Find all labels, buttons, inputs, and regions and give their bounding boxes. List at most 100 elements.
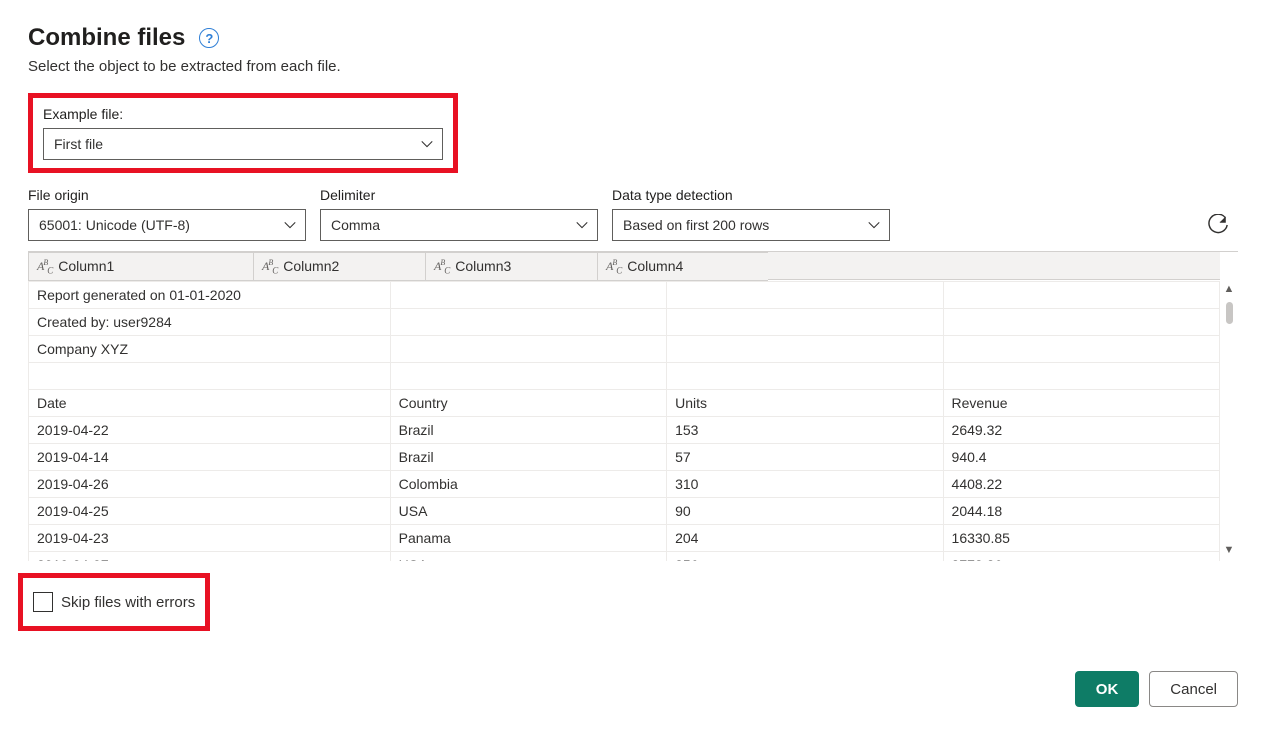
preview-table-body: Report generated on 01-01-2020Created by… bbox=[28, 281, 1220, 561]
table-cell[interactable]: 57 bbox=[667, 444, 943, 471]
help-icon[interactable]: ? bbox=[199, 28, 219, 48]
dialog-title: Combine files bbox=[28, 24, 185, 52]
chevron-down-icon bbox=[283, 218, 297, 232]
column-header[interactable]: ABC Column2 bbox=[254, 253, 426, 281]
table-row[interactable]: 2019-04-25USA902044.18 bbox=[29, 498, 1220, 525]
skip-files-label: Skip files with errors bbox=[61, 594, 195, 611]
table-cell[interactable] bbox=[29, 363, 391, 390]
table-cell[interactable]: Brazil bbox=[390, 444, 666, 471]
datatype-detection-label: Data type detection bbox=[612, 187, 890, 203]
table-cell[interactable]: 356 bbox=[667, 552, 943, 562]
table-cell[interactable]: 2044.18 bbox=[943, 498, 1219, 525]
table-cell[interactable]: 16330.85 bbox=[943, 525, 1219, 552]
preview-table: ABC Column1 ABC Column2 bbox=[28, 252, 768, 281]
table-cell[interactable] bbox=[667, 282, 943, 309]
title-row: Combine files ? bbox=[28, 24, 1238, 52]
example-file-value: First file bbox=[54, 136, 103, 152]
skip-files-checkbox[interactable] bbox=[33, 592, 53, 612]
table-row[interactable]: 2019-04-23Panama20416330.85 bbox=[29, 525, 1220, 552]
column-name: Column1 bbox=[58, 258, 114, 274]
table-cell[interactable] bbox=[390, 309, 666, 336]
scroll-thumb[interactable] bbox=[1226, 302, 1233, 324]
skip-files-section: Skip files with errors bbox=[18, 573, 210, 631]
dialog-subtitle: Select the object to be extracted from e… bbox=[28, 58, 1238, 75]
ok-button[interactable]: OK bbox=[1075, 671, 1140, 707]
table-cell[interactable]: Panama bbox=[390, 525, 666, 552]
table-row[interactable] bbox=[29, 363, 1220, 390]
table-cell[interactable]: 2019-04-26 bbox=[29, 471, 391, 498]
table-cell[interactable]: Revenue bbox=[943, 390, 1219, 417]
table-cell[interactable]: Colombia bbox=[390, 471, 666, 498]
column-name: Column2 bbox=[283, 258, 339, 274]
table-cell[interactable]: 2019-04-14 bbox=[29, 444, 391, 471]
table-cell[interactable]: 310 bbox=[667, 471, 943, 498]
delimiter-field: Delimiter Comma bbox=[320, 187, 598, 241]
table-cell[interactable]: Units bbox=[667, 390, 943, 417]
table-row[interactable]: Created by: user9284 bbox=[29, 309, 1220, 336]
table-cell[interactable]: Report generated on 01-01-2020 bbox=[29, 282, 391, 309]
scroll-down-arrow-icon[interactable]: ▼ bbox=[1224, 543, 1235, 557]
table-cell[interactable] bbox=[943, 309, 1219, 336]
column-header[interactable]: ABC Column3 bbox=[426, 253, 598, 281]
table-row[interactable]: Report generated on 01-01-2020 bbox=[29, 282, 1220, 309]
delimiter-label: Delimiter bbox=[320, 187, 598, 203]
column-header[interactable]: ABC Column4 bbox=[598, 253, 769, 281]
table-cell[interactable] bbox=[667, 363, 943, 390]
table-row[interactable]: Company XYZ bbox=[29, 336, 1220, 363]
table-cell[interactable]: Brazil bbox=[390, 417, 666, 444]
table-row[interactable]: DateCountryUnitsRevenue bbox=[29, 390, 1220, 417]
table-cell[interactable] bbox=[667, 336, 943, 363]
table-cell[interactable] bbox=[943, 336, 1219, 363]
table-cell[interactable]: 90 bbox=[667, 498, 943, 525]
table-cell[interactable]: Country bbox=[390, 390, 666, 417]
table-cell[interactable]: 4408.22 bbox=[943, 471, 1219, 498]
text-type-icon: ABC bbox=[262, 258, 277, 275]
example-file-section: Example file: First file bbox=[28, 93, 458, 173]
file-origin-dropdown[interactable]: 65001: Unicode (UTF-8) bbox=[28, 209, 306, 241]
table-cell[interactable]: Created by: user9284 bbox=[29, 309, 391, 336]
table-cell[interactable]: USA bbox=[390, 552, 666, 562]
delimiter-dropdown[interactable]: Comma bbox=[320, 209, 598, 241]
table-row[interactable]: 2019-04-07USA3563772.26 bbox=[29, 552, 1220, 562]
text-type-icon: ABC bbox=[606, 258, 621, 275]
refresh-button[interactable] bbox=[1204, 211, 1232, 239]
table-cell[interactable]: 2649.32 bbox=[943, 417, 1219, 444]
table-cell[interactable]: Company XYZ bbox=[29, 336, 391, 363]
table-row[interactable]: 2019-04-22Brazil1532649.32 bbox=[29, 417, 1220, 444]
table-cell[interactable] bbox=[943, 282, 1219, 309]
table-cell[interactable]: 204 bbox=[667, 525, 943, 552]
file-origin-label: File origin bbox=[28, 187, 306, 203]
table-cell[interactable]: 2019-04-22 bbox=[29, 417, 391, 444]
preview-grid: ABC Column1 ABC Column2 bbox=[28, 251, 1238, 561]
table-cell[interactable] bbox=[667, 309, 943, 336]
column-header[interactable]: ABC Column1 bbox=[29, 253, 254, 281]
scroll-up-arrow-icon[interactable]: ▲ bbox=[1224, 282, 1235, 296]
table-cell[interactable]: 2019-04-07 bbox=[29, 552, 391, 562]
delimiter-value: Comma bbox=[331, 217, 380, 233]
table-row[interactable]: 2019-04-26Colombia3104408.22 bbox=[29, 471, 1220, 498]
text-type-icon: ABC bbox=[37, 258, 52, 275]
file-origin-field: File origin 65001: Unicode (UTF-8) bbox=[28, 187, 306, 241]
table-cell[interactable]: 2019-04-23 bbox=[29, 525, 391, 552]
column-name: Column4 bbox=[627, 258, 683, 274]
table-cell[interactable] bbox=[390, 363, 666, 390]
table-cell[interactable]: 2019-04-25 bbox=[29, 498, 391, 525]
table-cell[interactable]: 3772.26 bbox=[943, 552, 1219, 562]
table-cell[interactable]: USA bbox=[390, 498, 666, 525]
vertical-scrollbar[interactable]: ▲ ▼ bbox=[1220, 252, 1238, 561]
cancel-button[interactable]: Cancel bbox=[1149, 671, 1238, 707]
example-file-dropdown[interactable]: First file bbox=[43, 128, 443, 160]
table-cell[interactable]: 940.4 bbox=[943, 444, 1219, 471]
table-row[interactable]: 2019-04-14Brazil57940.4 bbox=[29, 444, 1220, 471]
chevron-down-icon bbox=[420, 137, 434, 151]
table-cell[interactable]: 153 bbox=[667, 417, 943, 444]
table-cell[interactable] bbox=[943, 363, 1219, 390]
datatype-detection-value: Based on first 200 rows bbox=[623, 217, 769, 233]
datatype-detection-dropdown[interactable]: Based on first 200 rows bbox=[612, 209, 890, 241]
table-cell[interactable] bbox=[390, 282, 666, 309]
example-file-label: Example file: bbox=[43, 106, 443, 122]
table-cell[interactable] bbox=[390, 336, 666, 363]
combine-files-dialog: Combine files ? Select the object to be … bbox=[0, 0, 1266, 725]
file-origin-value: 65001: Unicode (UTF-8) bbox=[39, 217, 190, 233]
table-cell[interactable]: Date bbox=[29, 390, 391, 417]
